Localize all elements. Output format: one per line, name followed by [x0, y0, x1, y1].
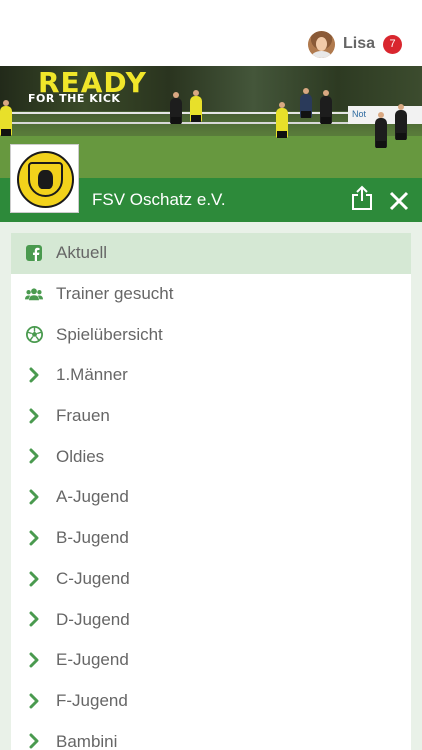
- menu-item-label: D-Jugend: [56, 609, 130, 629]
- club-logo: [10, 144, 79, 213]
- menu-item-label: B-Jugend: [56, 528, 129, 548]
- avatar[interactable]: [307, 30, 335, 58]
- user-profile[interactable]: Lisa 7: [307, 30, 402, 58]
- menu-item-a-jugend[interactable]: A-Jugend: [11, 477, 411, 518]
- menu-item-frauen[interactable]: Frauen: [11, 396, 411, 437]
- player-figure: [0, 100, 12, 136]
- close-button[interactable]: [388, 190, 410, 212]
- chevron-right-icon: [25, 366, 43, 384]
- chevron-right-icon: [25, 488, 43, 506]
- hero-subtitle: FOR THE KICK: [28, 92, 121, 105]
- people-icon: [25, 285, 43, 303]
- chevron-right-icon: [25, 407, 43, 425]
- lion-icon: [38, 170, 53, 189]
- menu-item-label: E-Jugend: [56, 650, 129, 670]
- menu-item-f-jugend[interactable]: F-Jugend: [11, 681, 411, 722]
- top-bar: Lisa 7: [0, 0, 422, 66]
- facebook-icon: [25, 244, 43, 262]
- menu-item-trainer-gesucht[interactable]: Trainer gesucht: [11, 274, 411, 315]
- club-name: FSV Oschatz e.V.: [92, 190, 226, 209]
- club-crest-ring: [17, 151, 74, 208]
- share-icon: [352, 185, 372, 210]
- menu-item-label: Trainer gesucht: [56, 284, 174, 304]
- notification-badge[interactable]: 7: [383, 34, 402, 54]
- club-crest-shield: [28, 162, 63, 197]
- player-figure: [375, 112, 387, 148]
- player-figure: [300, 88, 312, 118]
- menu-item-spielübersicht[interactable]: Spielübersicht: [11, 314, 411, 355]
- chevron-right-icon: [25, 692, 43, 710]
- chevron-right-icon: [25, 732, 43, 750]
- chevron-right-icon: [25, 529, 43, 547]
- soccer-ball-icon: [25, 325, 43, 343]
- menu-item-e-jugend[interactable]: E-Jugend: [11, 640, 411, 681]
- menu-item-label: A-Jugend: [56, 487, 129, 507]
- menu-item-label: Spielübersicht: [56, 324, 163, 344]
- player-figure: [170, 92, 182, 124]
- menu-item-label: Bambini: [56, 731, 118, 750]
- player-figure: [276, 102, 288, 138]
- close-icon: [389, 191, 409, 211]
- menu-item-oldies[interactable]: Oldies: [11, 436, 411, 477]
- share-button[interactable]: [350, 185, 374, 211]
- menu-item-label: C-Jugend: [56, 568, 130, 588]
- navigation-menu: Aktuell Trainer gesucht Spielübersicht 1.Mä…: [11, 233, 411, 750]
- chevron-right-icon: [25, 651, 43, 669]
- menu-item-label: F-Jugend: [56, 690, 128, 710]
- menu-item-c-jugend[interactable]: C-Jugend: [11, 559, 411, 600]
- menu-item-label: Aktuell: [56, 243, 108, 263]
- chevron-right-icon: [25, 610, 43, 628]
- menu-item-d-jugend[interactable]: D-Jugend: [11, 599, 411, 640]
- chevron-right-icon: [25, 447, 43, 465]
- menu-item-label: 1.Männer: [56, 365, 128, 385]
- user-name[interactable]: Lisa: [343, 35, 375, 53]
- player-figure: [395, 104, 407, 140]
- menu-item-label: Oldies: [56, 446, 105, 466]
- player-figure: [320, 90, 332, 124]
- menu-item-label: Frauen: [56, 406, 110, 426]
- menu-item-bambini[interactable]: Bambini: [11, 721, 411, 750]
- chevron-right-icon: [25, 570, 43, 588]
- menu-item-1-männer[interactable]: 1.Männer: [11, 355, 411, 396]
- menu-item-aktuell[interactable]: Aktuell: [11, 233, 411, 274]
- player-figure: [190, 90, 202, 122]
- menu-item-b-jugend[interactable]: B-Jugend: [11, 518, 411, 559]
